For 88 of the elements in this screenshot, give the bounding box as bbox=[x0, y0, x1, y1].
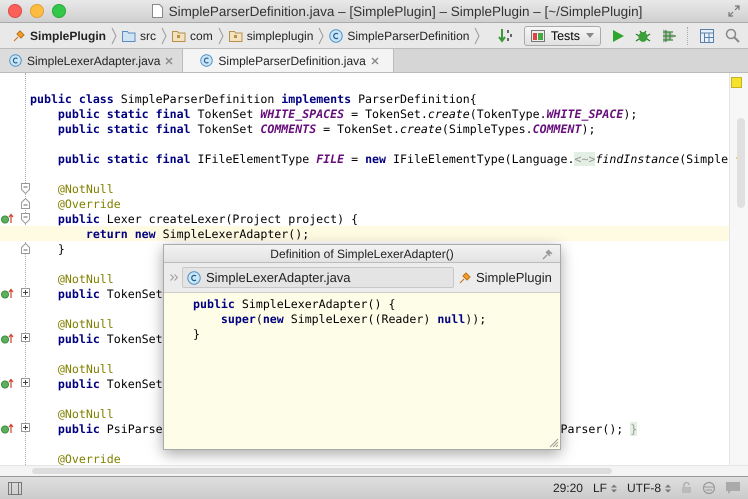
window-title: SimpleParserDefinition.java – [SimplePlugin] – SimplePlugin – [~/SimplePlugin] bbox=[168, 4, 642, 18]
code-line: super(new SimpleLexer((Reader) null)); bbox=[220, 312, 486, 326]
file-chip[interactable]: SimpleLexerAdapter.java bbox=[182, 267, 454, 288]
fold-marker-icon[interactable] bbox=[21, 243, 30, 254]
code-line: public TokenSet bbox=[56, 286, 163, 300]
close-icon[interactable] bbox=[370, 56, 379, 64]
code-line: return new SimpleLexerAdapter(); bbox=[84, 226, 310, 240]
code-line: public TokenSet bbox=[56, 332, 163, 346]
document-icon bbox=[152, 4, 163, 18]
double-chevron-icon[interactable] bbox=[170, 274, 178, 281]
expand-fold-icon[interactable] bbox=[21, 378, 30, 387]
breadcrumb-item[interactable]: SimplePlugin bbox=[8, 28, 110, 42]
expand-fold-icon[interactable] bbox=[21, 333, 30, 342]
chevron-icon bbox=[111, 26, 118, 46]
minimize-button[interactable] bbox=[30, 4, 44, 18]
code-line: @NotNull bbox=[56, 316, 114, 330]
editor-tab[interactable]: SimpleParserDefinition.java bbox=[183, 49, 394, 72]
class-icon bbox=[187, 270, 201, 284]
editor-tab[interactable]: SimpleLexerAdapter.java bbox=[0, 49, 184, 72]
horizontal-scrollbar[interactable] bbox=[0, 465, 748, 476]
code-line: public Lexer createLexer(Project project) { bbox=[56, 212, 358, 226]
run-icon[interactable] bbox=[611, 28, 625, 42]
chevron-icon bbox=[318, 26, 324, 46]
plug-icon bbox=[12, 28, 26, 42]
breadcrumb-item[interactable]: src bbox=[118, 28, 160, 42]
code-line: public static final TokenSet WHITE_SPACES = TokenSet.create(TokenType.WHITE_SPACE); bbox=[56, 106, 638, 120]
package-folder-icon bbox=[228, 30, 243, 42]
code-line: @Override bbox=[56, 452, 121, 465]
expand-fold-icon[interactable] bbox=[21, 288, 30, 297]
test-config-icon bbox=[530, 30, 545, 42]
popup-title: Definition of SimpleLexerAdapter() bbox=[270, 246, 454, 260]
vertical-scrollbar[interactable] bbox=[729, 73, 748, 465]
breadcrumb-item[interactable]: com bbox=[168, 28, 217, 42]
resize-grip-icon[interactable] bbox=[547, 436, 559, 448]
breadcrumb-item[interactable]: simpleplugin bbox=[224, 28, 318, 42]
encoding-selector[interactable]: UTF-8 bbox=[627, 481, 671, 495]
code-line: public class SimpleParserDefinition implements ParserDefinition{ bbox=[30, 92, 477, 106]
project-structure-icon[interactable] bbox=[699, 28, 715, 44]
code-line: public PsiParse bbox=[56, 422, 163, 436]
implements-marker-icon[interactable] bbox=[1, 423, 14, 434]
chevron-icon bbox=[161, 26, 168, 46]
fold-marker-icon[interactable] bbox=[21, 213, 30, 224]
implements-marker-icon[interactable] bbox=[1, 213, 14, 224]
breadcrumb-item[interactable]: SimpleParserDefinition bbox=[325, 28, 474, 42]
search-icon[interactable] bbox=[725, 28, 740, 43]
implements-marker-icon[interactable] bbox=[1, 288, 14, 299]
code-line: public SimpleLexerAdapter() { bbox=[193, 296, 396, 310]
up-down-icon bbox=[611, 484, 617, 492]
code-line: @NotNull bbox=[56, 406, 114, 420]
fullscreen-icon[interactable] bbox=[728, 5, 740, 17]
lock-icon[interactable] bbox=[681, 482, 692, 494]
tool-windows-icon[interactable] bbox=[8, 482, 22, 494]
implements-marker-icon[interactable] bbox=[1, 333, 14, 344]
class-icon bbox=[9, 54, 22, 67]
fold-marker-icon[interactable] bbox=[21, 198, 30, 209]
code-line: } bbox=[56, 242, 65, 256]
pin-icon[interactable] bbox=[542, 248, 554, 260]
line-separator-selector[interactable]: LF bbox=[592, 481, 617, 495]
class-icon bbox=[329, 28, 344, 42]
code-line: } bbox=[193, 326, 200, 340]
code-line: public static final TokenSet COMMENTS = TokenSet.create(SimpleTypes.COMMENT); bbox=[56, 122, 596, 136]
code-line: @NotNull bbox=[56, 272, 114, 286]
code-line: @NotNull bbox=[56, 182, 114, 196]
code-line: Parser(); } bbox=[560, 422, 638, 436]
folder-icon bbox=[122, 30, 136, 42]
run-configuration-dropdown[interactable]: Tests bbox=[524, 26, 601, 46]
plug-icon bbox=[458, 270, 472, 284]
expand-fold-icon[interactable] bbox=[21, 423, 30, 432]
zoom-button[interactable] bbox=[52, 4, 66, 18]
package-folder-icon bbox=[172, 30, 186, 42]
sort-arrow-icon[interactable] bbox=[498, 28, 514, 44]
close-icon[interactable] bbox=[165, 56, 174, 64]
chevron-icon bbox=[218, 26, 224, 46]
caret-position[interactable]: 29:20 bbox=[552, 481, 583, 495]
scrollbar-thumb[interactable] bbox=[737, 118, 745, 208]
chevron-icon bbox=[474, 26, 480, 46]
code-line: public static final IFileElementType FILE = new IFileElementType(Language.<~>findInstance(Simple bbox=[56, 152, 728, 166]
caret-icon bbox=[586, 33, 594, 38]
coverage-icon[interactable] bbox=[661, 28, 677, 44]
code-line: public TokenSet bbox=[56, 376, 163, 390]
class-icon bbox=[200, 54, 214, 67]
fold-marker-icon[interactable] bbox=[21, 183, 30, 194]
close-button[interactable] bbox=[8, 4, 22, 18]
module-name: SimplePlugin bbox=[476, 270, 552, 285]
up-down-icon bbox=[665, 484, 671, 492]
implements-marker-icon[interactable] bbox=[1, 378, 14, 389]
code-line: @NotNull bbox=[56, 362, 114, 376]
code-line: @Override bbox=[56, 196, 121, 210]
